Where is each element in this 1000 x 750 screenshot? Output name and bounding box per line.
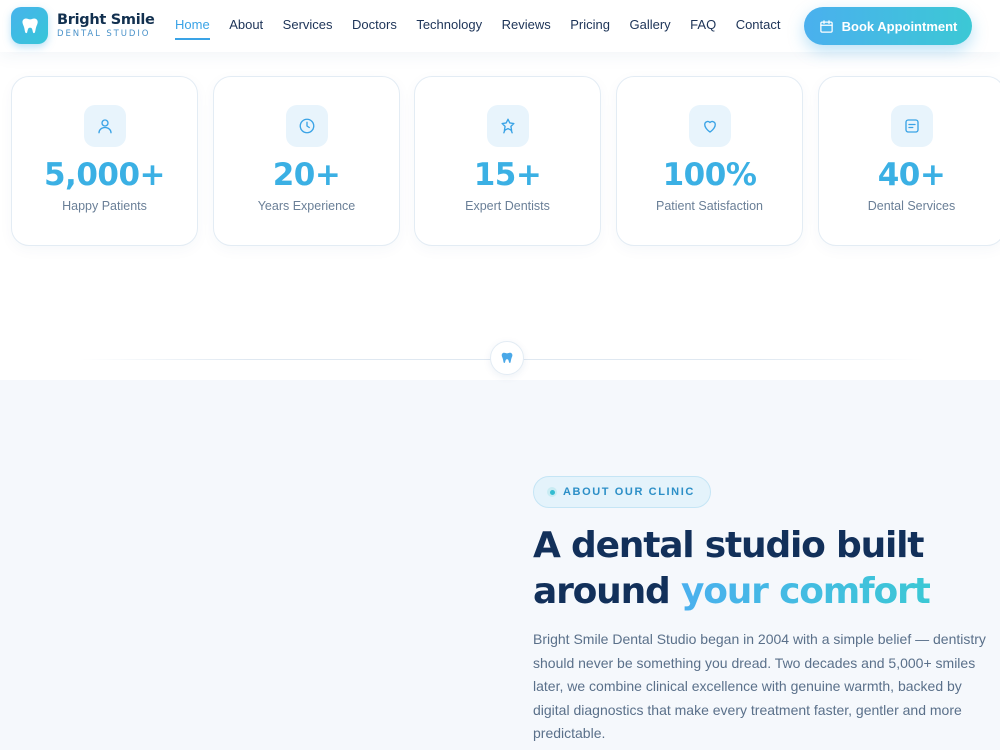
stat-value: 5,000+ bbox=[43, 157, 166, 193]
about-heading: A dental studio built around your comfor… bbox=[533, 523, 1000, 615]
about-heading-line1: A dental studio built bbox=[533, 525, 925, 566]
stat-value: 20+ bbox=[272, 157, 341, 193]
stat-card-experience: 20+ Years Experience bbox=[213, 76, 400, 246]
brand-name: Bright Smile bbox=[57, 11, 155, 28]
top-navbar: Bright Smile DENTAL STUDIO Home About Se… bbox=[0, 0, 1000, 52]
stat-card-patients: 5,000+ Happy Patients bbox=[11, 76, 198, 246]
about-eyebrow: ABOUT OUR CLINIC bbox=[563, 486, 695, 498]
user-icon bbox=[83, 105, 126, 147]
stats-section: 5,000+ Happy Patients 20+ Years Experien… bbox=[11, 76, 1000, 246]
nav-contact[interactable]: Contact bbox=[736, 17, 781, 40]
stat-value: 40+ bbox=[877, 157, 946, 193]
nav-doctors[interactable]: Doctors bbox=[352, 17, 397, 40]
calendar-icon bbox=[819, 19, 833, 33]
nav-pricing[interactable]: Pricing bbox=[570, 17, 610, 40]
nav-reviews[interactable]: Reviews bbox=[502, 17, 551, 40]
nav-home[interactable]: Home bbox=[175, 17, 210, 40]
nav-faq[interactable]: FAQ bbox=[690, 17, 716, 40]
about-heading-line2: around bbox=[533, 571, 681, 612]
about-heading-accent: your comfort bbox=[680, 571, 931, 612]
stat-label: Happy Patients bbox=[62, 199, 147, 213]
stat-value: 100% bbox=[662, 157, 757, 193]
main-nav: Home About Services Doctors Technology R… bbox=[175, 17, 800, 40]
stat-label: Expert Dentists bbox=[465, 199, 550, 213]
book-appointment-label: Book Appointment bbox=[841, 18, 958, 34]
stat-label: Patient Satisfaction bbox=[655, 199, 763, 213]
award-icon bbox=[486, 105, 529, 147]
tooth-icon bbox=[490, 341, 524, 375]
list-icon bbox=[890, 105, 933, 147]
about-section: ABOUT OUR CLINIC A dental studio built a… bbox=[0, 380, 1000, 750]
nav-technology[interactable]: Technology bbox=[416, 17, 482, 40]
about-paragraph: Bright Smile Dental Studio began in 2004… bbox=[533, 631, 986, 741]
stat-value: 15+ bbox=[473, 157, 542, 193]
stat-card-services: 40+ Dental Services bbox=[818, 76, 1000, 246]
stat-card-satisfaction: 100% Patient Satisfaction bbox=[616, 76, 803, 246]
nav-services[interactable]: Services bbox=[283, 17, 333, 40]
nav-gallery[interactable]: Gallery bbox=[629, 17, 670, 40]
brand-tagline: DENTAL STUDIO bbox=[57, 29, 151, 39]
stat-card-dentists: 15+ Expert Dentists bbox=[414, 76, 601, 246]
brand-logo[interactable]: Bright Smile DENTAL STUDIO bbox=[11, 7, 155, 44]
stat-label: Years Experience bbox=[257, 199, 356, 213]
book-appointment-button[interactable]: Book Appointment bbox=[804, 7, 972, 45]
clock-icon bbox=[285, 105, 328, 147]
stat-label: Dental Services bbox=[867, 199, 956, 213]
about-eyebrow-badge: ABOUT OUR CLINIC bbox=[533, 476, 711, 508]
tooth-logo-icon bbox=[11, 7, 48, 44]
nav-about[interactable]: About bbox=[229, 17, 263, 40]
pill-dot-icon bbox=[547, 487, 557, 497]
heart-icon bbox=[688, 105, 731, 147]
